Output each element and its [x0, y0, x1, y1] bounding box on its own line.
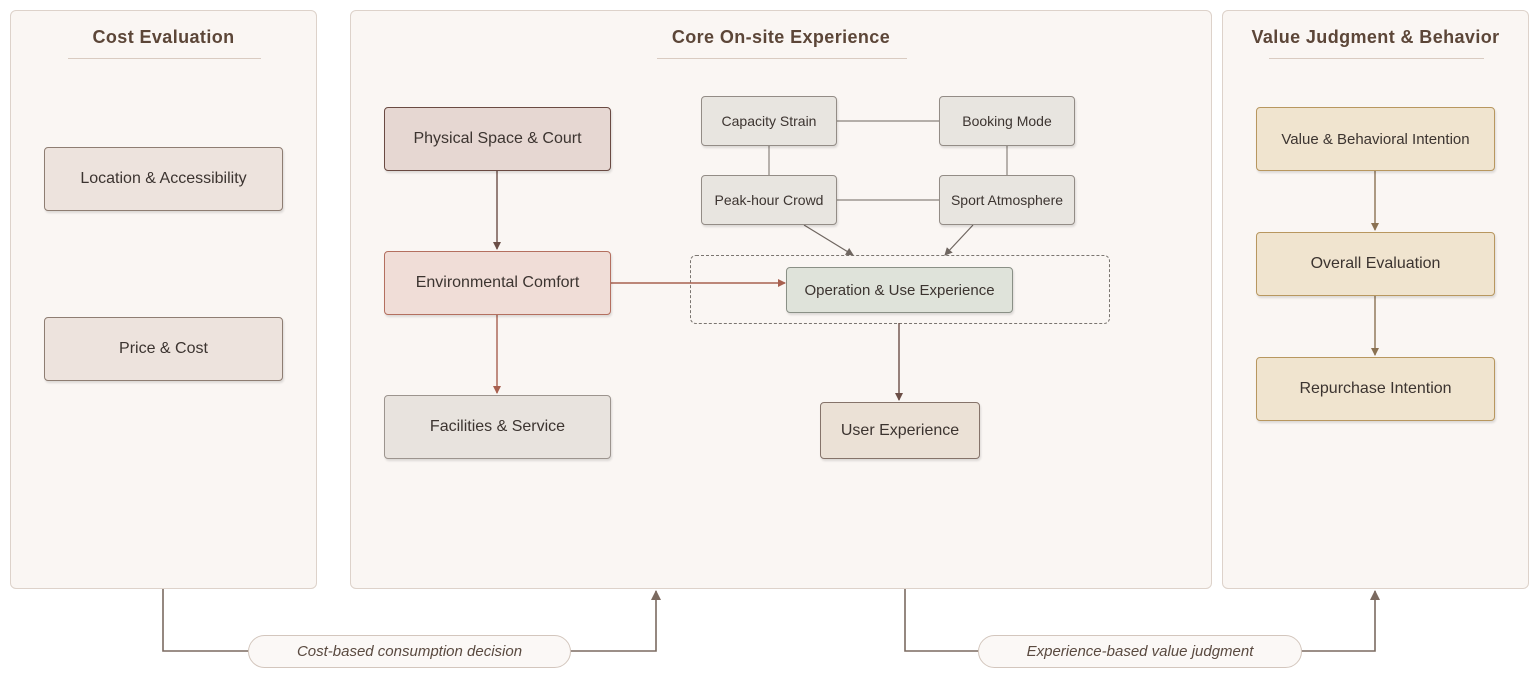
edge-peak-group — [803, 224, 854, 256]
node-overall-evaluation: Overall Evaluation — [1256, 232, 1495, 296]
node-location-accessibility: Location & Accessibility — [44, 147, 283, 211]
flow-label-cost-decision: Cost-based consumption decision — [248, 635, 571, 668]
node-booking-mode: Booking Mode — [939, 96, 1075, 146]
node-operation-use-experience: Operation & Use Experience — [786, 267, 1013, 313]
node-environmental-comfort: Environmental Comfort — [384, 251, 611, 315]
edge-atmosphere-group — [944, 224, 974, 256]
node-repurchase-intention: Repurchase Intention — [1256, 357, 1495, 421]
node-physical-space-court: Physical Space & Court — [384, 107, 611, 171]
node-peak-hour-crowd: Peak-hour Crowd — [701, 175, 837, 225]
node-price-cost: Price & Cost — [44, 317, 283, 381]
node-value-behavioral-intention: Value & Behavioral Intention — [1256, 107, 1495, 171]
node-user-experience: User Experience — [820, 402, 980, 459]
node-facilities-service: Facilities & Service — [384, 395, 611, 459]
node-sport-atmosphere: Sport Atmosphere — [939, 175, 1075, 225]
node-capacity-strain: Capacity Strain — [701, 96, 837, 146]
flow-label-value-judgment: Experience-based value judgment — [978, 635, 1302, 668]
